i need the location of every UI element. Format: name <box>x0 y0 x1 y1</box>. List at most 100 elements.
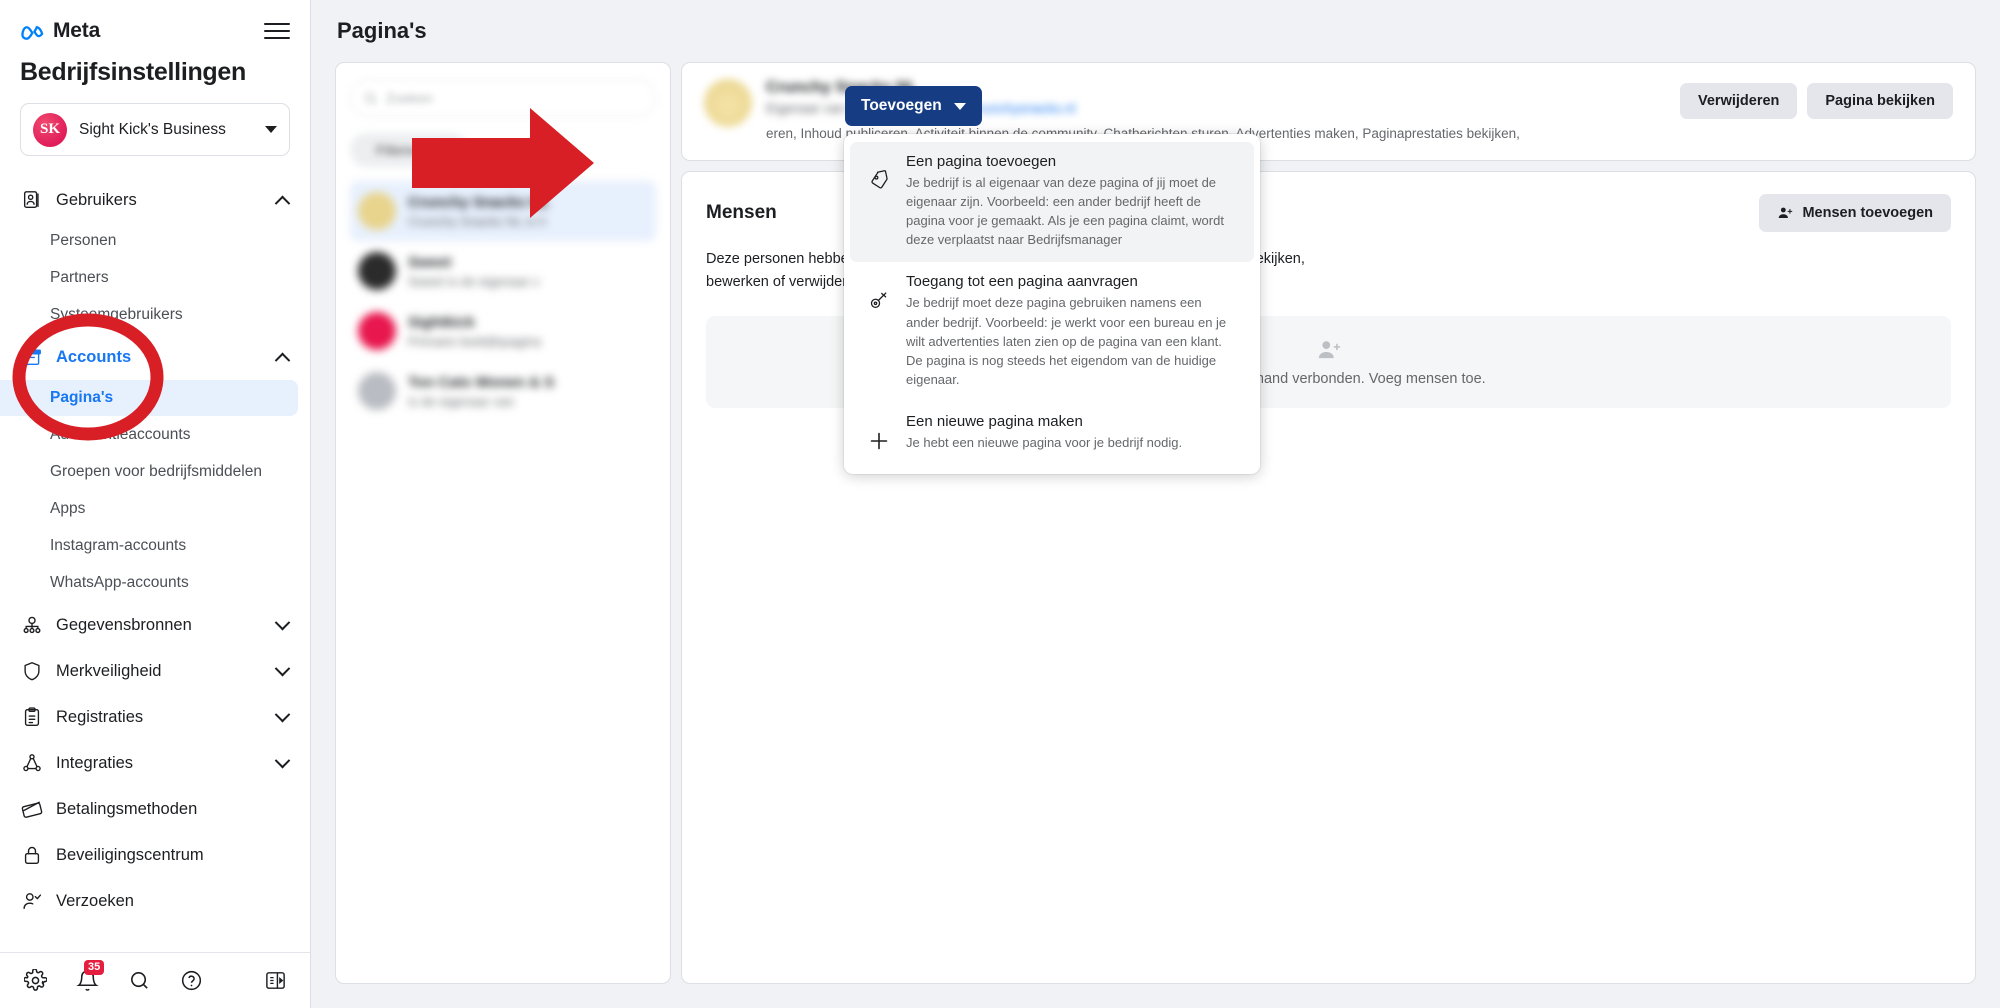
list-item[interactable]: Crunchy Snacks NL Crunchy Snacks NL is h <box>350 181 656 241</box>
integrations-icon <box>20 752 43 775</box>
menu-item-een-pagina-toevoegen[interactable]: Een pagina toevoegen Je bedrijf is al eig… <box>850 142 1254 263</box>
sidebar-item-whatsapp-accounts[interactable]: WhatsApp-accounts <box>0 565 298 601</box>
chevron-up-icon <box>274 195 291 211</box>
sidebar-header: Meta Bedrijfsinstellingen SK Sight Kick'… <box>0 0 310 156</box>
list-item-text: Sweet Sweet is de eigenaar v <box>408 254 648 289</box>
chevron-up-icon <box>274 352 291 368</box>
sidebar-item-beveiligingscentrum[interactable]: Beveiligingscentrum <box>0 833 310 877</box>
business-selector[interactable]: SK Sight Kick's Business <box>20 103 290 156</box>
add-people-button[interactable]: Mensen toevoegen <box>1759 193 1951 232</box>
sidebar-item-advertentieaccounts[interactable]: Advertentieaccounts <box>0 417 298 453</box>
chevron-down-icon <box>274 752 291 768</box>
chevron-down-icon <box>274 614 291 630</box>
sidebar-item-verzoeken[interactable]: Verzoeken <box>0 879 310 923</box>
business-settings-app: Meta Bedrijfsinstellingen SK Sight Kick'… <box>0 0 2000 1008</box>
bell-icon[interactable]: 35 <box>74 959 105 994</box>
menu-item-title: Een pagina toevoegen <box>906 153 1057 170</box>
sidebar-item-label: Beveiligingscentrum <box>56 845 204 864</box>
menu-item-description: Je bedrijf is al eigenaar van deze pagin… <box>906 175 1224 248</box>
search-icon[interactable] <box>126 968 152 994</box>
sidebar-item-groepen-voor-bedrijfsmiddelen[interactable]: Groepen voor bedrijfsmiddelen <box>0 454 298 490</box>
sidebar-item-accounts[interactable]: Accounts <box>0 335 310 379</box>
panel-toggle-icon[interactable] <box>262 968 288 994</box>
sidebar-item-gegevensbronnen[interactable]: Gegevensbronnen <box>0 603 310 647</box>
credit-card-icon <box>20 798 43 821</box>
sidebar-item-pagina-s[interactable]: Pagina's <box>0 380 298 416</box>
list-item-title: Ton Cats Wonen & S <box>408 373 555 391</box>
add-dropdown-menu: Een pagina toevoegen Je bedrijf is al eig… <box>844 134 1260 474</box>
page-header-actions: Verwijderen Pagina bekijken <box>1679 79 1953 119</box>
menu-item-description: Je bedrijf moet deze pagina gebruiken na… <box>906 295 1227 387</box>
sidebar-item-integraties[interactable]: Integraties <box>0 741 310 785</box>
sidebar-item-apps[interactable]: Apps <box>0 491 298 527</box>
list-item-subtitle: is de eigenaar van <box>408 393 515 409</box>
menu-item-een-nieuwe-pagina-maken[interactable]: Een nieuwe pagina maken Je hebt een nieuw… <box>850 402 1254 466</box>
list-item-text: Crunchy Snacks NL Crunchy Snacks NL is h <box>408 194 648 229</box>
sidebar-item-systeemgebruikers[interactable]: Systeemgebruikers <box>0 297 298 333</box>
list-item-subtitle: Sweet is de eigenaar v <box>408 273 540 289</box>
main-header: Pagina's <box>311 0 2000 62</box>
page-title-sidebar: Bedrijfsinstellingen <box>20 58 246 86</box>
remove-page-button[interactable]: Verwijderen <box>1679 83 1798 119</box>
plus-icon <box>866 413 892 453</box>
sidebar-item-personen[interactable]: Personen <box>0 223 298 259</box>
list-item-text: Ton Cats Wonen & S is de eigenaar van <box>408 374 648 409</box>
sidebar-item-partners[interactable]: Partners <box>0 260 298 296</box>
key-icon <box>866 273 892 389</box>
menu-item-toegang-tot-een-pagina-aanvragen[interactable]: Toegang tot een pagina aanvragen Je bedri… <box>850 262 1254 402</box>
list-item-subtitle: Primaire bedrijfspagina <box>408 333 541 349</box>
sidebar: Meta Bedrijfsinstellingen SK Sight Kick'… <box>0 0 311 1008</box>
main-content: Pagina's Zoeken Filteren op Crunchy Snac… <box>311 0 2000 1008</box>
help-icon[interactable] <box>178 968 204 994</box>
menu-item-title: Toegang tot een pagina aanvragen <box>906 273 1138 291</box>
accounts-box-icon <box>20 346 43 369</box>
menu-item-description: Je hebt een nieuwe pagina voor je bedrij… <box>906 434 1183 450</box>
business-name: Sight Kick's Business <box>79 120 226 138</box>
sidebar-item-label: Betalingsmethoden <box>56 799 198 818</box>
meta-infinity-icon <box>21 25 44 40</box>
sidebar-group-registraties: Registraties <box>0 695 310 739</box>
list-item-title: Sightkick <box>408 313 475 331</box>
sidebar-item-betalingsmethoden[interactable]: Betalingsmethoden <box>0 787 310 831</box>
lock-icon <box>20 844 43 867</box>
page-owner-link[interactable]: crunchysnacks.nl <box>972 101 1076 116</box>
meta-logo: Meta <box>20 19 100 43</box>
chevron-down-icon <box>274 706 291 722</box>
sidebar-item-label: Merkveiligheid <box>56 661 162 680</box>
avatar <box>358 192 396 230</box>
search-input[interactable]: Zoeken <box>350 79 656 117</box>
list-item[interactable]: Sweet Sweet is de eigenaar v <box>350 241 656 301</box>
avatar <box>358 372 396 410</box>
menu-item-title: Een nieuwe pagina maken <box>906 412 1083 430</box>
sidebar-item-merkveiligheid[interactable]: Merkveiligheid <box>0 649 310 693</box>
notification-badge: 35 <box>84 959 105 975</box>
users-icon <box>20 189 43 212</box>
person-add-icon <box>1779 207 1793 218</box>
pages-list-panel: Zoeken Filteren op Crunchy Snacks NL Crun… <box>335 62 671 984</box>
sidebar-item-label: Gegevensbronnen <box>56 615 192 634</box>
menu-item-body: Een nieuwe pagina maken Je hebt een nieuw… <box>906 413 1238 453</box>
sidebar-item-label: Registraties <box>56 707 144 726</box>
list-item[interactable]: Ton Cats Wonen & S is de eigenaar van <box>350 361 656 421</box>
sidebar-group-gebruikers: Gebruikers Personen Partners Systeemgebruik… <box>0 178 310 333</box>
sidebar-group-beveiligingscentrum: Beveiligingscentrum <box>0 833 310 877</box>
page-title: Pagina's <box>337 18 427 43</box>
hamburger-menu-icon[interactable] <box>264 21 290 41</box>
chevron-down-icon <box>274 660 291 676</box>
view-page-button[interactable]: Pagina bekijken <box>1807 83 1953 119</box>
filter-button[interactable]: Filteren op <box>350 133 468 167</box>
list-item-subtitle: Crunchy Snacks NL is h <box>408 213 547 229</box>
sidebar-item-instagram-accounts[interactable]: Instagram-accounts <box>0 528 298 564</box>
add-people-label: Mensen toevoegen <box>1802 204 1933 221</box>
menu-item-body: Toegang tot een pagina aanvragen Je bedri… <box>906 273 1238 389</box>
list-item-title: Sweet <box>408 253 452 271</box>
person-add-icon <box>1318 341 1340 359</box>
chevron-down-icon <box>953 102 966 110</box>
sidebar-nav: Gebruikers Personen Partners Systeemgebruik… <box>0 156 310 952</box>
list-item[interactable]: Sightkick Primaire bedrijfspagina <box>350 301 656 361</box>
sidebar-item-gebruikers[interactable]: Gebruikers <box>0 178 310 222</box>
gear-icon[interactable] <box>22 968 48 994</box>
sidebar-item-registraties[interactable]: Registraties <box>0 695 310 739</box>
add-button[interactable]: Toevoegen <box>845 86 982 126</box>
sidebar-group-integraties: Integraties <box>0 741 310 785</box>
